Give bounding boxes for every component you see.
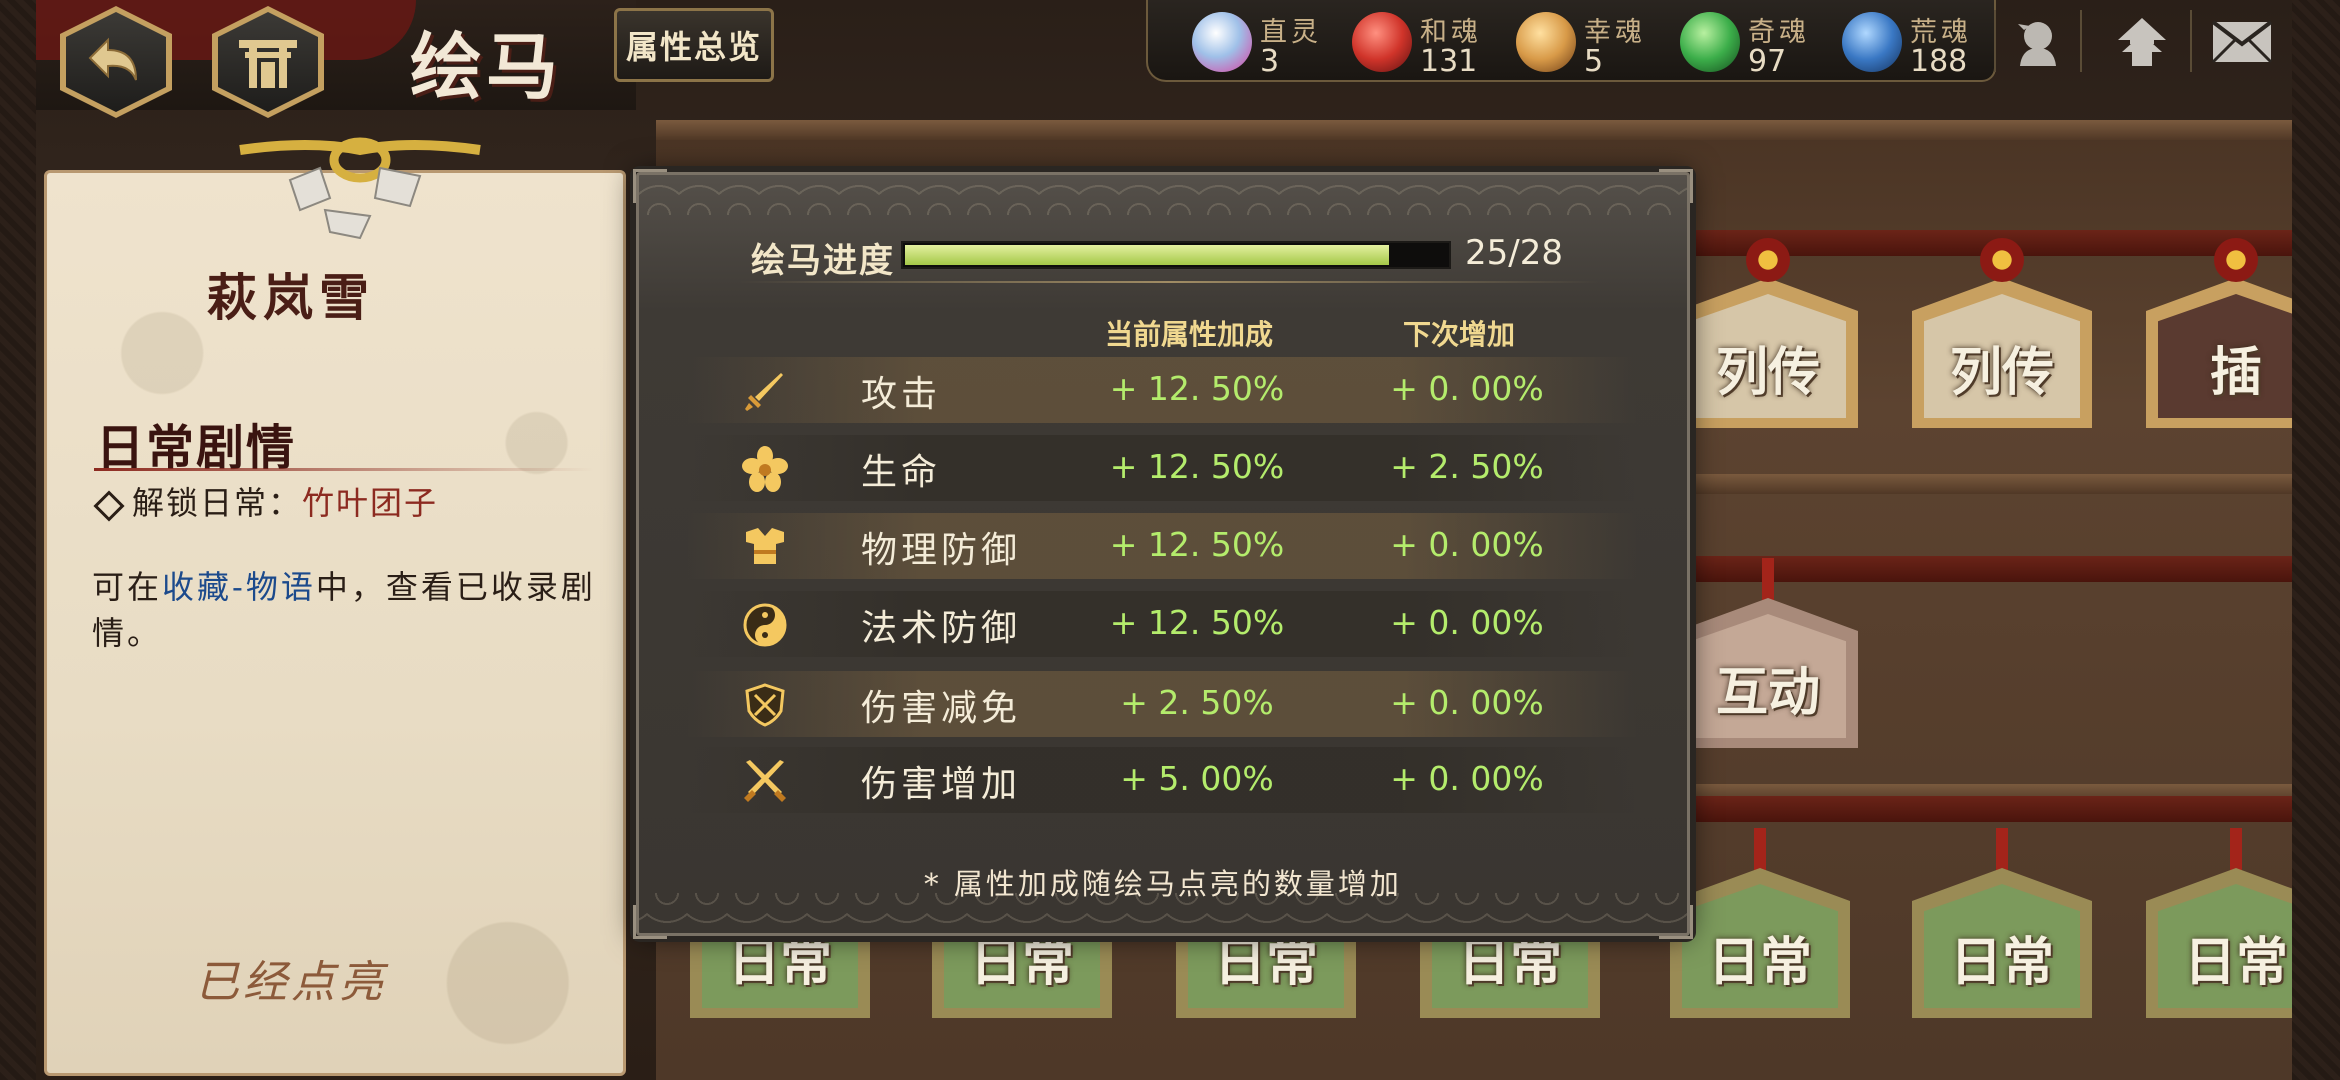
corner-ornament <box>1659 169 1693 203</box>
shield-icon <box>741 681 789 729</box>
footnote: * 属性加成随绘马点亮的数量增加 <box>924 867 1402 901</box>
resource-xinghun[interactable]: 幸魂 5 <box>1516 4 1680 79</box>
progress-fill <box>905 245 1389 265</box>
stat-row-damage-reduction: 伤害减免 + 2. 50% + 0. 00% <box>687 671 1637 737</box>
upgrade-arrow-icon <box>2118 18 2166 66</box>
ema-biography[interactable]: 列传 <box>1668 238 1868 438</box>
orange-soul-icon <box>1516 12 1576 72</box>
stat-row-damage-increase: 伤害增加 + 5. 00% + 0. 00% <box>687 747 1637 813</box>
attribute-progress-dialog: 绘马进度 25/28 当前属性加成 下次增加 攻击 + 12. 50% + 0.… <box>633 169 1693 939</box>
column-current-bonus: 当前属性加成 <box>1104 318 1273 351</box>
ema-biography[interactable]: 列传 <box>1902 238 2102 438</box>
profile-icon <box>2018 22 2056 66</box>
torii-gate-icon <box>239 40 297 88</box>
unlock-item: 竹叶团子 <box>302 484 439 522</box>
rope-knot-decoration <box>239 137 481 240</box>
collection-story-link[interactable]: 收藏-物语 <box>162 568 316 606</box>
mail-icon <box>2211 20 2273 64</box>
green-soul-icon <box>1680 12 1740 72</box>
page-title: 绘马 <box>410 24 563 109</box>
shelf-beam <box>656 120 2292 140</box>
progress-label: 绘马进度 <box>751 241 895 281</box>
corner-ornament <box>633 169 667 203</box>
progress-value: 25/28 <box>1465 233 1563 273</box>
frame-border-right <box>2292 0 2340 1080</box>
progress-bar <box>901 241 1451 269</box>
resource-huanghun[interactable]: 荒魂 188 <box>1842 4 2006 79</box>
column-next-increase: 下次增加 <box>1402 318 1515 351</box>
ema-biography[interactable]: 插 <box>2136 238 2292 438</box>
unlock-info: 解锁日常：竹叶团子 <box>92 478 438 524</box>
blue-soul-icon <box>1842 12 1902 72</box>
ema-daily[interactable]: 日常 <box>2136 828 2292 1028</box>
status-lit: 已经点亮 <box>195 957 387 1008</box>
resource-qihun[interactable]: 奇魂 97 <box>1680 4 1844 79</box>
frame-border-left <box>0 0 36 1080</box>
resource-zhiling[interactable]: 直灵 3 <box>1192 4 1356 79</box>
corner-ornament <box>633 905 667 939</box>
flower-icon <box>741 445 789 493</box>
stat-row-magic-defense: 法术防御 + 12. 50% + 0. 00% <box>687 591 1637 657</box>
stat-row-physical-defense: 物理防御 + 12. 50% + 0. 00% <box>687 513 1637 579</box>
corner-ornament <box>1659 905 1693 939</box>
divider <box>2080 10 2082 72</box>
divider <box>2190 10 2192 72</box>
stat-row-attack: 攻击 + 12. 50% + 0. 00% <box>687 357 1637 423</box>
divider <box>1994 10 1996 72</box>
divider <box>739 281 1599 283</box>
profile-button[interactable] <box>2002 10 2074 74</box>
armor-icon <box>741 523 789 571</box>
red-soul-icon <box>1352 12 1412 72</box>
section-underline <box>94 468 594 471</box>
crossed-swords-icon <box>741 757 789 805</box>
upgrade-button[interactable] <box>2106 10 2178 74</box>
diamond-bullet-icon <box>93 489 125 522</box>
mail-button[interactable] <box>2206 10 2278 74</box>
spirit-orb-icon <box>1192 12 1252 72</box>
resource-bar: 直灵 3 和魂 131 幸魂 5 奇魂 97 荒魂 188 <box>1146 0 1996 82</box>
character-name: 萩岚雪 <box>207 268 375 327</box>
sword-icon <box>741 367 789 415</box>
yinyang-icon <box>741 601 789 649</box>
ema-daily[interactable]: 日常 <box>1902 828 2102 1028</box>
stat-row-hp: 生命 + 12. 50% + 2. 50% <box>687 435 1637 501</box>
back-arrow-icon <box>88 37 137 81</box>
description: 可在收藏-物语中，查看已收录剧情。 <box>92 568 596 652</box>
ema-interaction[interactable]: 互动 <box>1668 558 1868 758</box>
attribute-overview-button[interactable]: 属性总览 <box>614 8 774 82</box>
resource-hehun[interactable]: 和魂 131 <box>1352 4 1516 79</box>
